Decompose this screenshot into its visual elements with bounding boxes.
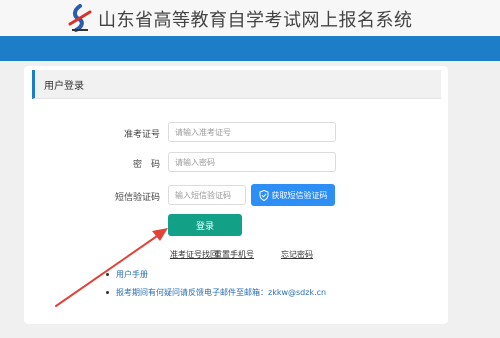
user-manual-link[interactable]: 用户手册 — [116, 270, 148, 279]
login-panel-title: 用户登录 — [44, 81, 84, 92]
user-manual-item[interactable]: 用户手册 — [106, 269, 148, 280]
shield-check-icon — [259, 189, 268, 201]
password-label: 密 码 — [132, 160, 160, 170]
site-logo-icon — [68, 4, 92, 32]
recover-exam-id-link[interactable]: 准考证号找回 — [170, 249, 218, 260]
contact-note-item: 报考期间有何疑问请反馈电子邮件至邮箱：zkkw@sdzk.cn — [106, 287, 326, 298]
exam-id-label: 准考证号 — [123, 130, 160, 140]
login-panel-header: 用户登录 — [32, 70, 441, 99]
sms-code-input[interactable] — [168, 185, 246, 205]
login-button[interactable]: 登录 — [168, 214, 242, 236]
nav-bar — [0, 36, 500, 61]
bullet-dot — [106, 291, 109, 294]
login-button-label: 登录 — [195, 221, 214, 232]
reset-phone-link[interactable]: 重置手机号 — [214, 249, 254, 260]
site-header: 山东省高等教育自学考试网上报名系统 — [0, 0, 500, 36]
site-title: 山东省高等教育自学考试网上报名系统 — [98, 10, 413, 31]
forgot-password-link[interactable]: 忘记密码 — [281, 249, 313, 260]
sms-code-label: 短信验证码 — [114, 193, 160, 203]
contact-note-text: 报考期间有何疑问请反馈电子邮件至邮箱：zkkw@sdzk.cn — [116, 288, 327, 297]
get-sms-code-label: 获取短信验证码 — [271, 190, 328, 200]
bullet-dot — [106, 273, 109, 276]
exam-id-input[interactable] — [168, 122, 336, 142]
password-input[interactable] — [168, 152, 336, 172]
get-sms-code-button[interactable]: 获取短信验证码 — [251, 184, 335, 206]
